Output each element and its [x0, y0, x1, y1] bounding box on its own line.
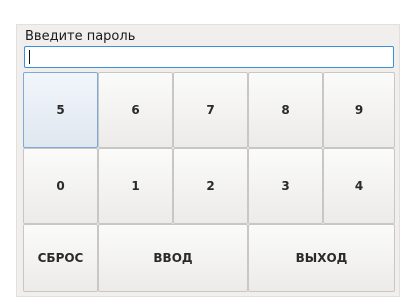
key-9[interactable]: 9	[323, 72, 395, 148]
key-5[interactable]: 5	[23, 72, 98, 148]
key-2[interactable]: 2	[173, 148, 248, 224]
key-1[interactable]: 1	[98, 148, 173, 224]
reset-button[interactable]: СБРОС	[23, 224, 98, 292]
enter-button[interactable]: ВВОД	[98, 224, 248, 292]
exit-button[interactable]: ВЫХОД	[248, 224, 395, 292]
password-dialog: Введите пароль 5 6 7 8 9 0 1 2 3 4 СБРОС…	[16, 24, 400, 297]
key-3[interactable]: 3	[248, 148, 323, 224]
key-6[interactable]: 6	[98, 72, 173, 148]
key-8[interactable]: 8	[248, 72, 323, 148]
key-4[interactable]: 4	[323, 148, 395, 224]
text-cursor	[29, 50, 30, 64]
key-7[interactable]: 7	[173, 72, 248, 148]
password-label: Введите пароль	[25, 29, 136, 44]
key-0[interactable]: 0	[23, 148, 98, 224]
password-input[interactable]	[24, 46, 394, 68]
